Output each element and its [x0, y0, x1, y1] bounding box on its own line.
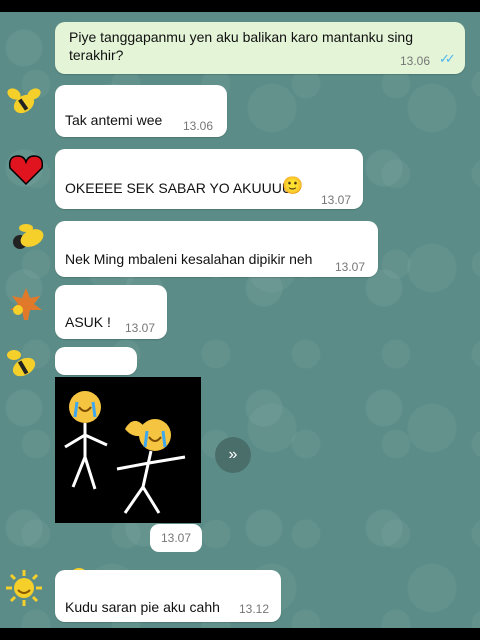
maple-leaf-icon[interactable]	[6, 284, 46, 324]
incoming-message[interactable]: Kudu saran pie aku cahh 13.12	[55, 570, 281, 622]
sticker-time: 13.07	[150, 524, 202, 552]
message-text: Nek Ming mbaleni kesalahan dipikir neh	[65, 251, 313, 267]
smile-emoji: 🙂	[282, 176, 304, 195]
incoming-message[interactable]: OKEEEE SEK SABAR YO AKUUUU 🙂 13.07	[55, 149, 363, 209]
message-text: Kudu saran pie aku cahh	[65, 599, 220, 615]
message-time: 13.07	[321, 193, 352, 207]
chat-area[interactable]: Piye tanggapanmu yen aku balikan karo ma…	[0, 12, 480, 628]
heart-icon[interactable]	[6, 150, 46, 190]
message-time: 13.12	[239, 602, 270, 616]
message-text: Piye tanggapanmu yen aku balikan karo ma…	[69, 29, 413, 45]
bee-icon[interactable]	[4, 82, 44, 122]
bee-icon[interactable]	[8, 218, 48, 258]
incoming-message[interactable]: ASUK ! 13.07	[55, 285, 167, 339]
sticker-header	[55, 347, 137, 375]
message-text: OKEEEE SEK SABAR YO AKUUUU	[65, 180, 292, 196]
incoming-message[interactable]: Nek Ming mbaleni kesalahan dipikir neh 1…	[55, 221, 378, 277]
bee-icon[interactable]	[4, 345, 44, 385]
message-text: ASUK !	[65, 314, 111, 330]
message-time: 13.06	[183, 119, 214, 133]
read-ticks-icon: ✓✓	[439, 51, 456, 66]
crying-stickman-sticker[interactable]	[55, 377, 201, 523]
message-time: 13.07	[125, 321, 156, 335]
message-text: terakhir?	[69, 47, 124, 63]
message-time: 13.07	[335, 260, 366, 274]
message-time: 13.06	[400, 54, 431, 68]
outgoing-message[interactable]: Piye tanggapanmu yen aku balikan karo ma…	[55, 22, 465, 74]
forward-icon[interactable]: »	[215, 437, 251, 473]
incoming-message[interactable]: Tak antemi wee 13.06	[55, 85, 227, 137]
message-text: Tak antemi wee	[65, 112, 163, 128]
sun-icon[interactable]	[4, 568, 44, 608]
